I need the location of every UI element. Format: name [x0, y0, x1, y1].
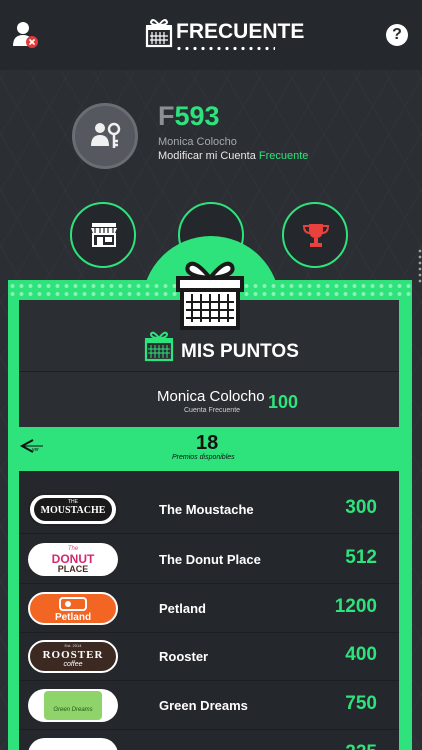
modify-text: Modificar mi Cuenta — [158, 150, 256, 162]
reward-points: 300 — [345, 497, 377, 518]
logo-dots — [175, 46, 275, 51]
gift-icon — [144, 331, 174, 362]
reward-name: The Moustache — [159, 502, 254, 517]
brand-logo — [28, 738, 118, 750]
reward-points: 1200 — [334, 596, 377, 617]
gift-icon — [176, 261, 244, 330]
scroll-indicator[interactable] — [418, 248, 422, 284]
modify-highlight: Frecuente — [258, 150, 309, 162]
store-icon — [91, 223, 117, 247]
list-item[interactable]: The DONUT PLACE The Donut Place 512 — [19, 535, 399, 584]
petland-paw-icon — [59, 597, 87, 611]
back-label: ver — [32, 447, 39, 453]
brand-logo: Green Dreams — [28, 689, 118, 722]
available-count: 18 — [196, 432, 219, 454]
profile-name: Monica Colocho — [158, 136, 237, 148]
member-code: F593 — [158, 101, 220, 132]
brand-logo: The DONUT PLACE — [28, 543, 118, 576]
reward-name: Green Dreams — [159, 698, 248, 713]
reward-points: 225 — [345, 742, 377, 750]
reward-name: Petland — [159, 601, 206, 616]
gift-icon — [145, 19, 173, 48]
list-item[interactable]: Green Dreams Green Dreams 750 — [19, 681, 399, 730]
code-prefix: F — [158, 101, 175, 131]
rewards-button[interactable] — [282, 202, 348, 268]
member-points: 100 — [268, 392, 299, 412]
app-title: FRECUENTE — [176, 20, 305, 43]
list-item[interactable]: 225 — [19, 730, 399, 750]
help-icon[interactable]: ? — [386, 24, 408, 46]
list-item[interactable]: Est. 2014 ROOSTER coffee Rooster 400 — [19, 632, 399, 681]
code-number: 593 — [174, 101, 220, 131]
reward-points: 400 — [345, 644, 377, 665]
member-name: Monica Colocho — [157, 388, 265, 405]
brand-logo: Petland — [28, 592, 118, 625]
available-label: Premios disponibles — [172, 454, 235, 461]
user-logout-icon[interactable] — [12, 20, 40, 50]
brand-logo: THE MOUSTACHE — [28, 493, 118, 526]
stores-button[interactable] — [70, 202, 136, 268]
list-item[interactable]: THE MOUSTACHE The Moustache 300 — [19, 485, 399, 534]
list-item[interactable]: Petland Petland 1200 — [19, 584, 399, 633]
avatar[interactable] — [72, 103, 138, 169]
trophy-icon — [302, 224, 330, 247]
reward-points: 512 — [345, 547, 377, 568]
section-title: MIS PUNTOS — [181, 341, 299, 362]
reward-name: The Donut Place — [159, 552, 261, 567]
modify-account-link[interactable]: Modificar mi Cuenta Frecuente — [158, 150, 308, 162]
top-bar: FRECUENTE ? — [0, 0, 422, 70]
member-subtitle: Cuenta Frecuente — [184, 407, 241, 414]
app-logo: FRECUENTE — [145, 16, 304, 54]
reward-name: Rooster — [159, 649, 209, 664]
divider — [19, 371, 399, 372]
brand-logo: Est. 2014 ROOSTER coffee — [28, 640, 118, 673]
reward-points: 750 — [345, 693, 377, 714]
back-arrow-icon[interactable] — [19, 436, 45, 456]
users-key-icon — [91, 122, 121, 148]
